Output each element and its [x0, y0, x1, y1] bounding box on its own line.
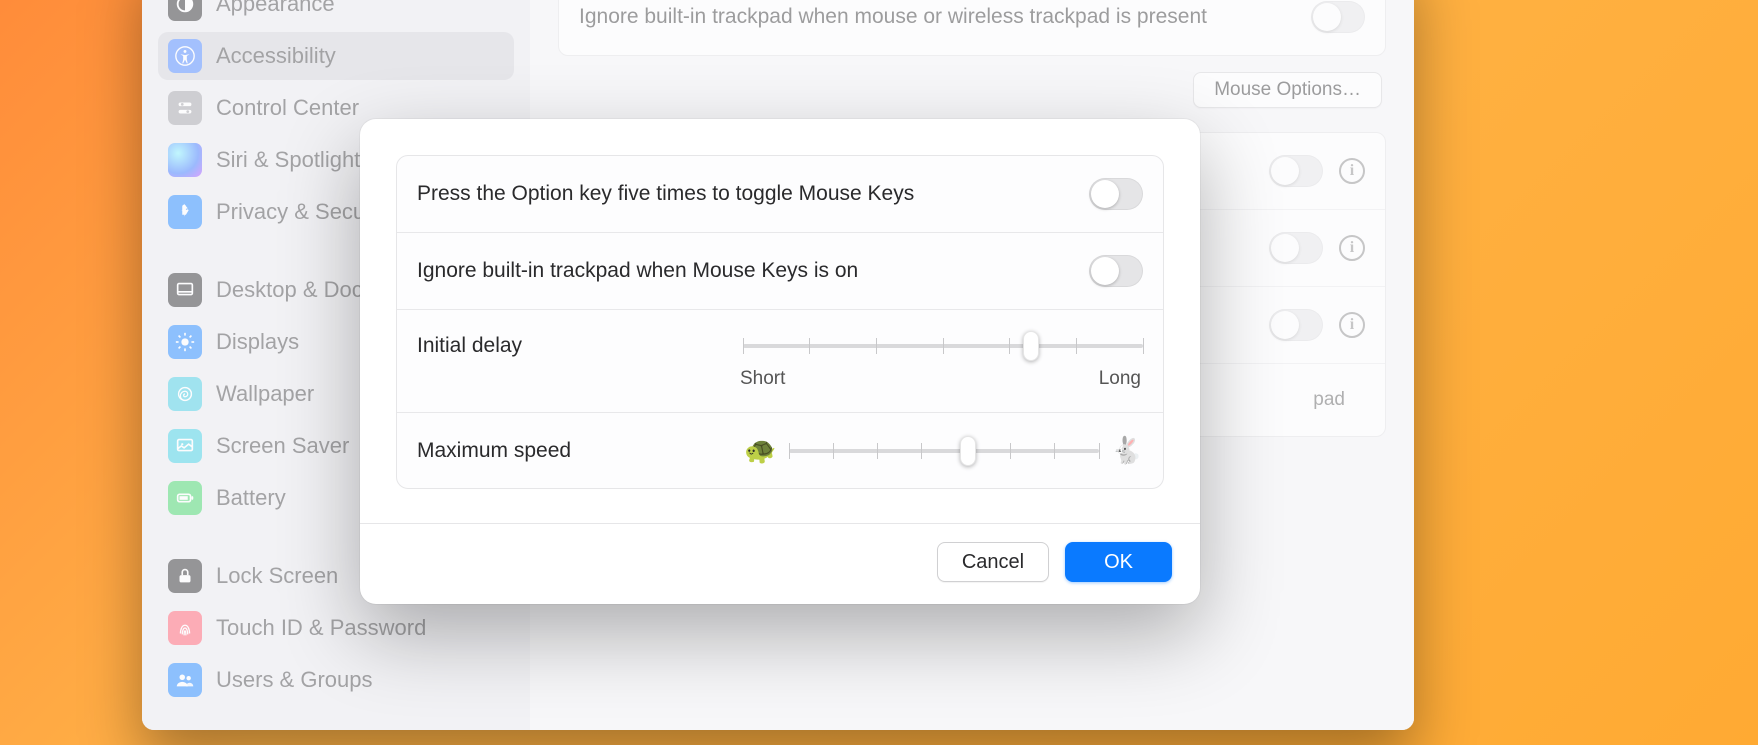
maximum-speed-label: Maximum speed — [417, 439, 571, 463]
maximum-speed-row: Maximum speed 🐢 🐇 — [397, 413, 1163, 488]
option-key-toggle-row: Press the Option key five times to toggl… — [397, 156, 1163, 233]
option-key-toggle[interactable] — [1089, 178, 1143, 210]
ignore-trackpad-mousekeys-row: Ignore built-in trackpad when Mouse Keys… — [397, 233, 1163, 310]
initial-delay-max-label: Long — [1099, 368, 1141, 390]
ignore-trackpad-mousekeys-label: Ignore built-in trackpad when Mouse Keys… — [417, 259, 858, 283]
cancel-button[interactable]: Cancel — [937, 542, 1049, 582]
ignore-trackpad-mousekeys-toggle[interactable] — [1089, 255, 1143, 287]
initial-delay-slider[interactable] — [743, 332, 1143, 360]
ok-button[interactable]: OK — [1065, 542, 1172, 582]
initial-delay-label: Initial delay — [417, 332, 522, 358]
initial-delay-min-label: Short — [740, 368, 785, 390]
mouse-keys-options-sheet: Press the Option key five times to toggl… — [360, 119, 1200, 604]
maximum-speed-slider[interactable] — [789, 437, 1099, 465]
option-key-toggle-label: Press the Option key five times to toggl… — [417, 182, 914, 206]
rabbit-icon: 🐇 — [1111, 435, 1143, 466]
turtle-icon: 🐢 — [744, 435, 776, 466]
initial-delay-row: Initial delay Short Long — [397, 310, 1163, 413]
sheet-footer: Cancel OK — [360, 523, 1200, 604]
